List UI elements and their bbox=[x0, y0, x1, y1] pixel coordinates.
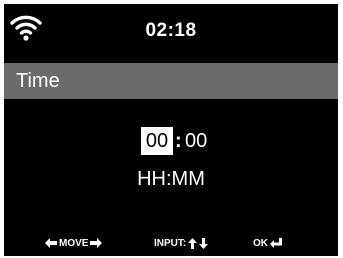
title-bar: Time bbox=[4, 63, 338, 99]
time-editor: 00 : 00 bbox=[4, 127, 338, 157]
arrow-up-icon bbox=[188, 237, 198, 249]
key-hint-bar: MOVE INPUT: OK bbox=[4, 235, 338, 251]
arrow-left-icon bbox=[45, 238, 57, 248]
move-hint-label: MOVE bbox=[59, 237, 89, 249]
display-screen: 02:18 Time 00 : 00 HH:MM MOVE INPUT: OK bbox=[4, 4, 338, 256]
status-bar: 02:18 bbox=[4, 4, 338, 60]
time-format-label: HH:MM bbox=[137, 168, 205, 190]
input-hint-label: INPUT: bbox=[154, 237, 187, 249]
minutes-field[interactable]: 00 bbox=[185, 127, 207, 155]
time-separator: : bbox=[175, 130, 182, 152]
input-hint: INPUT: bbox=[154, 235, 209, 251]
arrow-right-icon bbox=[90, 238, 103, 248]
hours-field[interactable]: 00 bbox=[141, 127, 173, 155]
clock-time: 02:18 bbox=[145, 20, 197, 41]
enter-arrow-icon bbox=[270, 238, 282, 248]
ok-hint-label: OK bbox=[253, 237, 268, 249]
move-hint: MOVE bbox=[45, 235, 103, 251]
arrow-down-icon bbox=[199, 237, 209, 249]
page-title: Time bbox=[16, 70, 60, 92]
ok-hint: OK bbox=[253, 235, 282, 251]
